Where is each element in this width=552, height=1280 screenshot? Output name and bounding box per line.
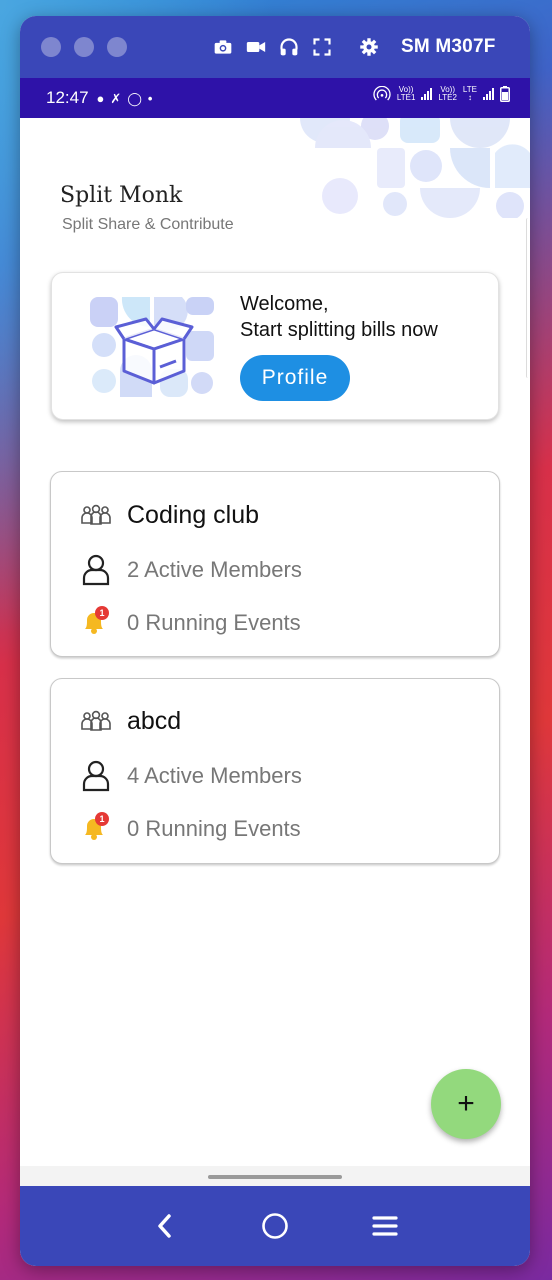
notification-missed-call-icon: ✗ — [110, 90, 122, 106]
sim1-signal-icon — [421, 88, 433, 100]
person-icon — [79, 759, 113, 793]
bell-icon: 1 — [79, 812, 113, 846]
battery-icon — [500, 86, 510, 102]
add-group-button[interactable]: + — [431, 1069, 501, 1139]
running-events-count: 0 Running Events — [127, 610, 301, 635]
minimize-window-button[interactable] — [74, 37, 94, 57]
more-notifications-dot-icon: • — [147, 90, 153, 106]
notification-badge: 1 — [95, 812, 109, 826]
fullscreen-icon[interactable] — [312, 37, 332, 57]
app-subtitle: Split Share & Contribute — [62, 216, 234, 233]
recents-button[interactable] — [365, 1206, 405, 1246]
network-type-label: LTE ↕ — [462, 85, 477, 102]
welcome-card: Welcome, Start splitting bills now Profi… — [51, 272, 499, 420]
active-members-count: 4 Active Members — [127, 763, 302, 788]
notification-app-icon: ● — [96, 90, 105, 106]
sim1-label: Vo)) LTE1 — [396, 85, 416, 102]
notification-badge: 1 — [95, 606, 109, 620]
hotspot-icon — [373, 86, 391, 101]
phone-device: SM M307F 12:47 ● ✗ ◯ • Vo)) LTE1 Vo)) LTE2… — [20, 16, 530, 1266]
status-time: 12:47 — [46, 88, 89, 107]
person-icon — [79, 553, 113, 587]
profile-button[interactable]: Profile — [240, 355, 350, 401]
group-name: abcd — [127, 706, 182, 735]
active-members-count: 2 Active Members — [127, 557, 302, 582]
emulator-toolbar: SM M307F — [20, 16, 530, 78]
app-title: Split Monk — [60, 183, 183, 208]
open-box-illustration — [90, 297, 214, 397]
android-status-bar: 12:47 ● ✗ ◯ • Vo)) LTE1 Vo)) LTE2 LTE ↕ — [20, 78, 530, 118]
whatsapp-icon: ◯ — [127, 90, 142, 106]
welcome-heading: Welcome, — [240, 293, 329, 315]
headphones-icon[interactable] — [279, 37, 299, 57]
bell-icon: 1 — [79, 606, 113, 640]
group-icon — [79, 704, 113, 738]
window-controls — [41, 37, 127, 57]
home-button[interactable] — [255, 1206, 295, 1246]
back-chevron-icon — [158, 1214, 171, 1238]
back-button[interactable] — [145, 1206, 185, 1246]
close-window-button[interactable] — [41, 37, 61, 57]
running-events-count: 0 Running Events — [127, 816, 301, 841]
menu-lines-icon — [372, 1216, 398, 1236]
device-model-label: SM M307F — [401, 36, 496, 57]
settings-icon[interactable] — [359, 37, 379, 57]
group-name: Coding club — [127, 500, 260, 529]
sim2-label: Vo)) LTE2 — [438, 85, 457, 102]
group-icon — [79, 498, 113, 532]
welcome-message: Start splitting bills now — [240, 319, 438, 341]
sim2-signal-icon — [483, 88, 494, 100]
scrollbar[interactable] — [526, 218, 530, 378]
maximize-window-button[interactable] — [107, 37, 127, 57]
app-screen: Split Monk Split Share & Contribute Welc… — [20, 118, 530, 1186]
header-decoration — [300, 118, 530, 218]
camera-icon[interactable] — [213, 37, 233, 57]
group-card-coding-club[interactable]: Coding club 2 Active Members 1 0 Running… — [50, 471, 500, 657]
navigation-bar — [20, 1186, 530, 1266]
home-circle-icon — [262, 1213, 288, 1239]
gesture-handle[interactable] — [208, 1175, 342, 1179]
group-card-abcd[interactable]: abcd 4 Active Members 1 0 Running Events — [50, 678, 500, 864]
video-icon[interactable] — [246, 37, 266, 57]
